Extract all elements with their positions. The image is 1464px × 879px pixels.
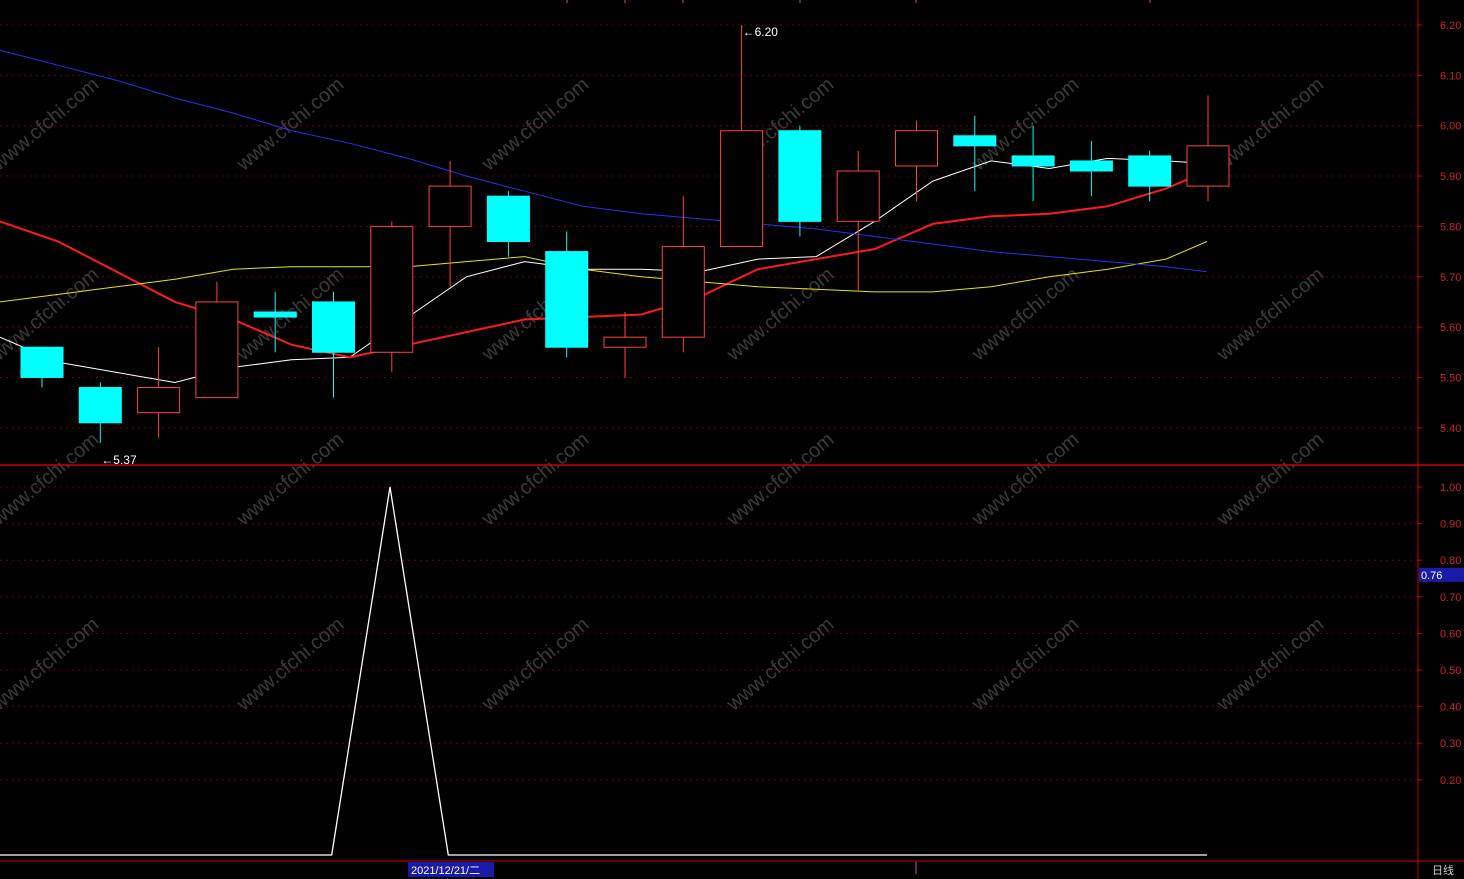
current-value-label: 0.76: [1421, 570, 1442, 582]
candle-body: [953, 135, 997, 147]
candle-body: [603, 336, 647, 348]
period-label[interactable]: 日线: [1432, 863, 1454, 877]
price-tick-label: 5.80: [1440, 221, 1461, 233]
candle-body: [1011, 155, 1055, 167]
price-tick-label: 5.40: [1440, 423, 1461, 435]
price-extreme-label: ←5.37: [101, 453, 137, 467]
stock-chart: www.cfchi.com www.cfchi.com www.cfchi.com w…: [0, 0, 1464, 879]
bottom-bar-bg: [0, 862, 1464, 879]
price-extreme-label: ←6.20: [743, 25, 779, 39]
candle-body: [545, 251, 589, 348]
candle-body: [20, 346, 64, 378]
candle-body: [253, 311, 297, 318]
candle-up: [370, 221, 414, 373]
candle-body: [720, 130, 764, 248]
candle-down: [778, 125, 822, 237]
candle-body: [895, 130, 938, 167]
price-tick-label: 6.20: [1440, 20, 1461, 32]
indicator-tick-label: 0.20: [1440, 775, 1461, 787]
indicator-tick-label: 0.50: [1440, 665, 1461, 677]
candle-body: [137, 387, 181, 414]
price-tick-label: 5.70: [1440, 272, 1461, 284]
candle-body: [195, 301, 239, 399]
candle-body: [312, 301, 355, 353]
candle-body: [1128, 155, 1172, 187]
candle-body: [836, 170, 880, 222]
price-tick-label: 6.00: [1440, 121, 1461, 133]
candle-body: [486, 195, 530, 243]
candle-body: [661, 246, 705, 338]
indicator-tick-label: 0.30: [1440, 738, 1461, 750]
candle-body: [1186, 145, 1230, 187]
candle-body: [370, 225, 414, 353]
price-tick-label: 6.10: [1440, 70, 1461, 82]
candle-body: [778, 130, 822, 222]
date-label: 2021/12/21/二: [411, 865, 480, 877]
indicator-tick-label: 0.70: [1440, 592, 1461, 604]
price-tick-label: 5.60: [1440, 322, 1461, 334]
indicator-tick-label: 0.60: [1440, 628, 1461, 640]
candle-body: [428, 185, 472, 227]
candle-body: [78, 387, 122, 424]
indicator-tick-label: 0.40: [1440, 702, 1461, 714]
indicator-tick-label: 1.00: [1440, 482, 1461, 494]
indicator-tick-label: 0.80: [1440, 555, 1461, 567]
price-tick-label: 5.50: [1440, 372, 1461, 384]
indicator-tick-label: 0.90: [1440, 519, 1461, 531]
candle-body: [1069, 160, 1113, 172]
price-tick-label: 5.90: [1440, 171, 1461, 183]
bottom-status-bar: 2021/12/21/二 日线: [0, 861, 1464, 879]
